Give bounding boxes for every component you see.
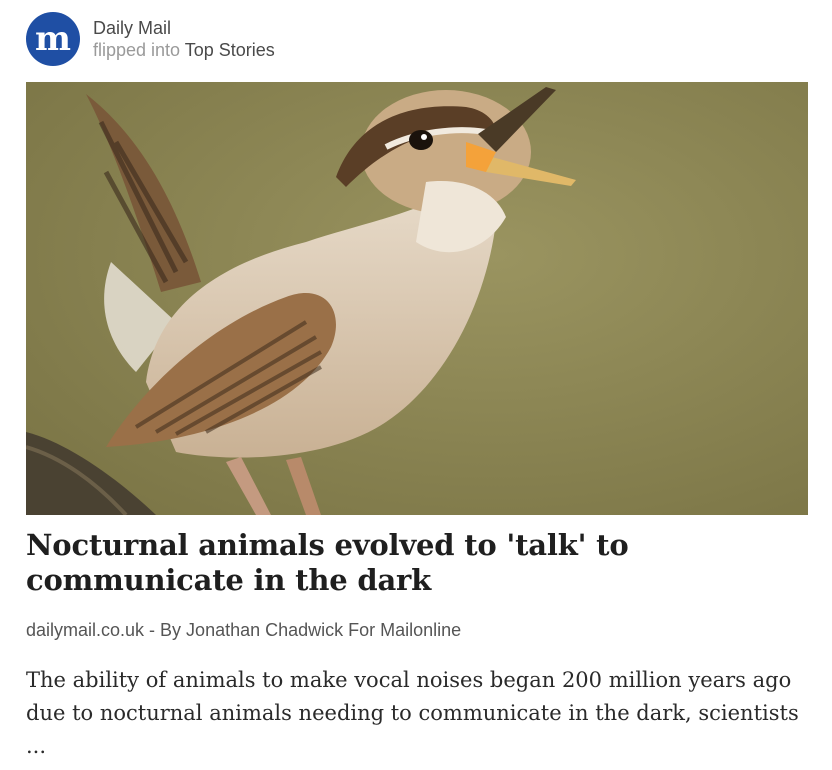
flipped-prefix: flipped into: [93, 40, 181, 60]
article-excerpt[interactable]: The ability of animals to make vocal noi…: [26, 664, 816, 763]
article-byline: dailymail.co.uk - By Jonathan Chadwick F…: [26, 620, 461, 641]
article-domain[interactable]: dailymail.co.uk: [26, 620, 144, 640]
daily-mail-logo-icon: m: [35, 19, 71, 59]
article-author: By Jonathan Chadwick For Mailonline: [160, 620, 462, 640]
svg-text:m: m: [35, 19, 71, 59]
magazine-link[interactable]: Top Stories: [185, 40, 275, 60]
daily-mail-logo-avatar[interactable]: m: [26, 12, 80, 66]
flipped-into-line: flipped into Top Stories: [93, 39, 275, 61]
byline-separator: -: [144, 620, 161, 640]
article-hero-image[interactable]: [26, 82, 808, 515]
source-name[interactable]: Daily Mail: [93, 17, 275, 39]
wren-photo: [26, 82, 808, 515]
source-info: Daily Mail flipped into Top Stories: [93, 17, 275, 61]
article-title[interactable]: Nocturnal animals evolved to 'talk' to c…: [26, 528, 816, 598]
source-header: m Daily Mail flipped into Top Stories: [26, 12, 275, 66]
